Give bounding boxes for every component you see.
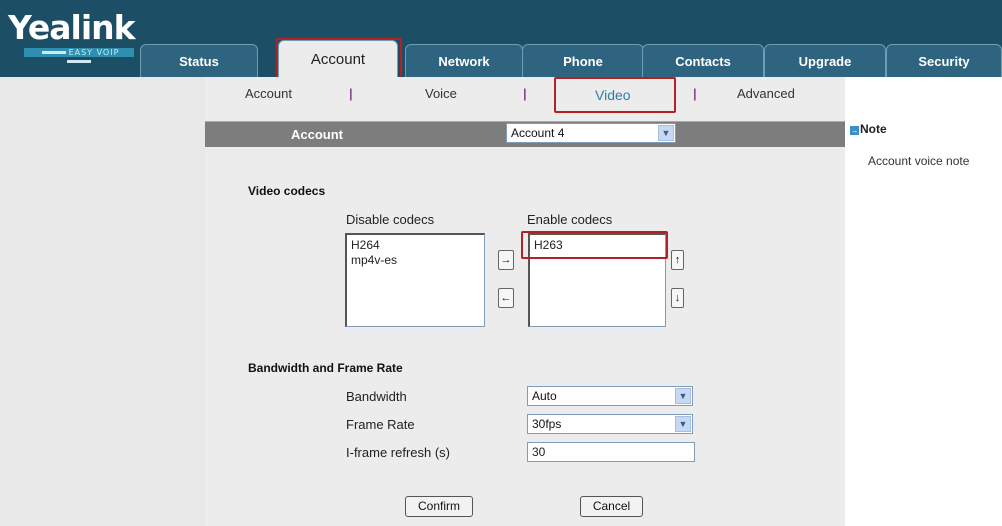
subnav-advanced[interactable]: Advanced — [737, 86, 795, 101]
list-item[interactable]: mp4v-es — [351, 253, 480, 268]
disable-codecs-label: Disable codecs — [346, 212, 435, 227]
enabled-codecs-list[interactable]: H263 — [528, 233, 666, 327]
sub-navigation: Account | Voice | Video | Advanced — [205, 77, 845, 109]
subnav-video[interactable]: Video — [595, 87, 631, 103]
subnav-separator: | — [523, 86, 527, 101]
note-icon: → — [850, 126, 859, 135]
move-down-button[interactable]: ↓ — [671, 288, 684, 308]
video-codecs-title: Video codecs — [248, 184, 326, 198]
account-select[interactable]: Account 4 ▼ — [506, 123, 676, 143]
note-title: → Note — [850, 122, 887, 136]
logo-tagline: EASY VOIP — [24, 48, 134, 63]
tab-contacts[interactable]: Contacts — [642, 44, 764, 77]
chevron-down-icon: ▼ — [675, 388, 691, 404]
chevron-down-icon: ▼ — [675, 416, 691, 432]
bandwidth-select-value: Auto — [532, 389, 557, 403]
account-select-value: Account 4 — [511, 126, 565, 140]
cancel-button[interactable]: Cancel — [580, 496, 643, 517]
frame-rate-select-value: 30fps — [532, 417, 562, 431]
note-text: Account voice note — [868, 154, 970, 168]
tab-status[interactable]: Status — [140, 44, 258, 77]
note-pane — [845, 77, 1002, 526]
frame-rate-select[interactable]: 30fps ▼ — [527, 414, 693, 434]
move-left-button[interactable]: ← — [498, 288, 514, 308]
bandwidth-section-title: Bandwidth and Frame Rate — [248, 361, 403, 375]
header: Yealink EASY VOIP Status Account Network… — [0, 0, 1002, 77]
subnav-account[interactable]: Account — [245, 86, 292, 101]
move-right-button[interactable]: → — [498, 250, 514, 270]
list-item[interactable]: H263 — [534, 238, 661, 253]
iframe-refresh-input[interactable]: 30 — [527, 442, 695, 462]
yealink-logo: Yealink EASY VOIP — [8, 8, 148, 68]
tab-security[interactable]: Security — [886, 44, 1002, 77]
subnav-voice[interactable]: Voice — [425, 86, 457, 101]
iframe-refresh-label: I-frame refresh (s) — [346, 445, 451, 460]
bandwidth-label: Bandwidth — [346, 389, 407, 404]
chevron-down-icon: ▼ — [658, 125, 674, 141]
left-pane — [0, 77, 205, 526]
subnav-separator: | — [349, 86, 353, 101]
account-label: Account — [291, 127, 343, 142]
bandwidth-select[interactable]: Auto ▼ — [527, 386, 693, 406]
tab-upgrade[interactable]: Upgrade — [764, 44, 886, 77]
disabled-codecs-list[interactable]: H264 mp4v-es — [345, 233, 485, 327]
tab-network[interactable]: Network — [405, 44, 523, 77]
move-up-button[interactable]: ↑ — [671, 250, 684, 270]
tab-account[interactable]: Account — [278, 40, 398, 77]
enable-codecs-label: Enable codecs — [527, 212, 613, 227]
tab-phone[interactable]: Phone — [522, 44, 644, 77]
confirm-button[interactable]: Confirm — [405, 496, 473, 517]
list-item[interactable]: H264 — [351, 238, 480, 253]
frame-rate-label: Frame Rate — [346, 417, 415, 432]
main-tabs: Status Account Network Phone Contacts Up… — [140, 40, 1002, 77]
subnav-separator: | — [693, 86, 697, 101]
logo-wordmark: Yealink — [8, 8, 136, 47]
